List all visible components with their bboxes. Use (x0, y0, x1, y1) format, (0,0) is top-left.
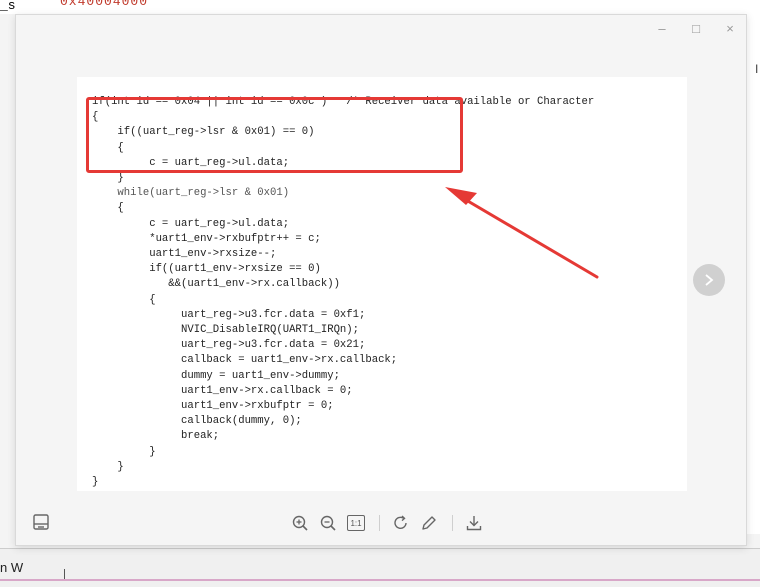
background-address-fragment: 0x40004000 (60, 0, 149, 9)
viewed-image: if(int id == 0x04 || int id == 0x0c ) /*… (77, 77, 687, 491)
window-controls: – □ × (656, 21, 736, 36)
background-taskbar: n W (0, 548, 760, 587)
zoom-in-icon (292, 515, 308, 531)
actual-size-icon: 1:1 (347, 515, 365, 531)
toolbar-center-group: 1:1 (289, 513, 491, 533)
minimize-button[interactable]: – (656, 21, 668, 36)
background-text-fragment: _s (0, 0, 16, 13)
zoom-out-button[interactable] (317, 513, 339, 533)
background-accent-line (0, 579, 760, 581)
background-window-strip: _s 0x40004000 (0, 0, 760, 14)
download-icon (466, 516, 482, 531)
actual-size-button[interactable]: 1:1 (345, 513, 367, 533)
toolbar-separator (452, 515, 453, 531)
viewer-toolbar: 1:1 (16, 501, 746, 545)
background-right-panel: l (745, 14, 760, 534)
background-divider (64, 569, 65, 579)
panel-toggle-icon (33, 514, 49, 530)
image-viewer-window: – □ × if(int id == 0x04 || int id == 0x0… (15, 14, 747, 546)
annotation-arrow (445, 187, 599, 279)
chevron-right-icon (705, 274, 714, 286)
close-button[interactable]: × (724, 21, 736, 36)
edit-icon (422, 516, 436, 530)
rotate-button[interactable] (390, 513, 412, 533)
panel-toggle-button[interactable] (32, 513, 50, 536)
background-bottom-fragment: n W (0, 560, 24, 575)
background-right-fragment: l (755, 62, 758, 76)
zoom-in-button[interactable] (289, 513, 311, 533)
edit-button[interactable] (418, 513, 440, 533)
maximize-button[interactable]: □ (690, 21, 702, 36)
toolbar-separator (379, 515, 380, 531)
zoom-out-icon (320, 515, 336, 531)
next-image-button[interactable] (693, 264, 725, 296)
arrow-shaft (459, 195, 599, 279)
rotate-icon (394, 515, 407, 529)
download-button[interactable] (463, 513, 485, 533)
